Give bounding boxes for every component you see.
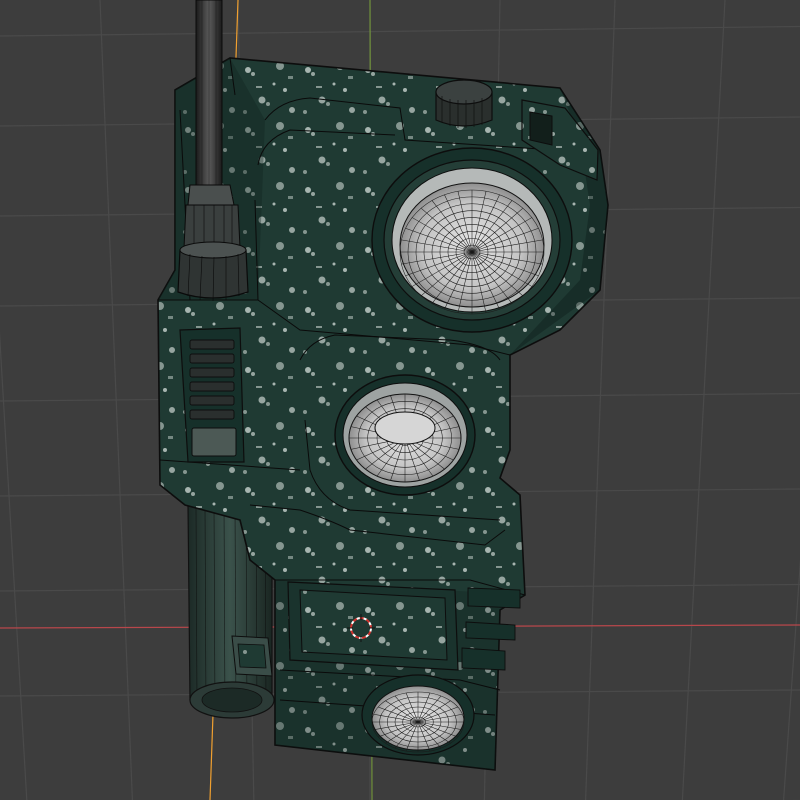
bottom-speaker[interactable] [361,674,475,756]
antenna[interactable] [195,0,223,191]
grid-line [783,558,800,800]
grid-line [585,0,616,800]
grid-line [0,25,800,37]
side-button[interactable] [231,635,273,677]
top-knob[interactable] [435,79,493,128]
3d-viewport[interactable] [0,0,800,800]
viewport-canvas[interactable] [0,0,800,800]
grid-line [0,331,28,800]
mid-speaker[interactable] [334,374,476,496]
side-grip[interactable] [179,327,245,463]
grid-line [681,0,726,800]
main-speaker[interactable] [371,147,573,333]
lower-panel[interactable] [287,581,521,671]
